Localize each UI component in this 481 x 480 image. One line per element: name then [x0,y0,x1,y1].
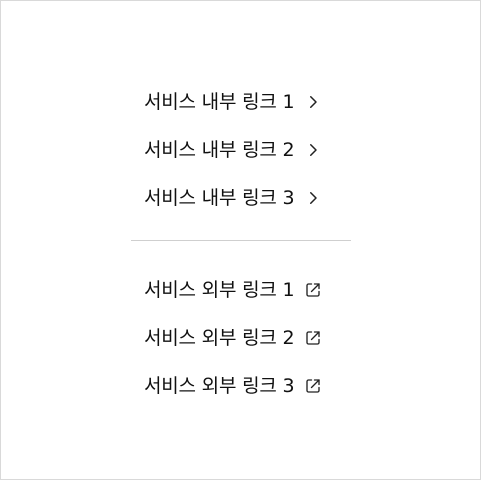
internal-link-item-1: 서비스 내부 링크 1 [144,78,364,126]
internal-link-1[interactable]: 서비스 내부 링크 1 [144,90,322,114]
external-link-icon [304,329,322,347]
external-link-3[interactable]: 서비스 외부 링크 3 [144,374,322,398]
external-link-item-3: 서비스 외부 링크 3 [144,362,322,410]
external-link-3-label: 서비스 외부 링크 3 [144,375,295,397]
internal-link-item-2: 서비스 내부 링크 2 [144,126,364,174]
internal-link-2[interactable]: 서비스 내부 링크 2 [144,138,322,162]
internal-link-1-label: 서비스 내부 링크 1 [144,91,295,113]
internal-link-3[interactable]: 서비스 내부 링크 3 [144,186,322,210]
chevron-right-icon [304,189,322,207]
external-link-1-label: 서비스 외부 링크 1 [144,279,295,301]
chevron-right-icon [304,141,322,159]
internal-links-list: 서비스 내부 링크 1 서비스 내부 링크 2 서비스 내부 링크 3 [144,78,364,222]
internal-links-section: 서비스 내부 링크 1 서비스 내부 링크 2 서비스 내부 링크 3 [144,78,364,222]
section-divider [131,240,351,241]
external-link-2[interactable]: 서비스 외부 링크 2 [144,326,322,350]
external-links-list: 서비스 외부 링크 1 서비스 외부 링크 2 서비스 외부 링크 3 [144,266,322,410]
chevron-right-icon [304,93,322,111]
external-link-icon [304,377,322,395]
external-link-item-1: 서비스 외부 링크 1 [144,266,322,314]
external-link-2-label: 서비스 외부 링크 2 [144,327,295,349]
internal-link-item-3: 서비스 내부 링크 3 [144,174,364,222]
internal-link-3-label: 서비스 내부 링크 3 [144,187,295,209]
link-list-screen: 서비스 내부 링크 1 서비스 내부 링크 2 서비스 내부 링크 3 서비스 … [0,0,481,480]
external-link-1[interactable]: 서비스 외부 링크 1 [144,278,322,302]
internal-link-2-label: 서비스 내부 링크 2 [144,139,295,161]
external-link-icon [304,281,322,299]
external-link-item-2: 서비스 외부 링크 2 [144,314,322,362]
